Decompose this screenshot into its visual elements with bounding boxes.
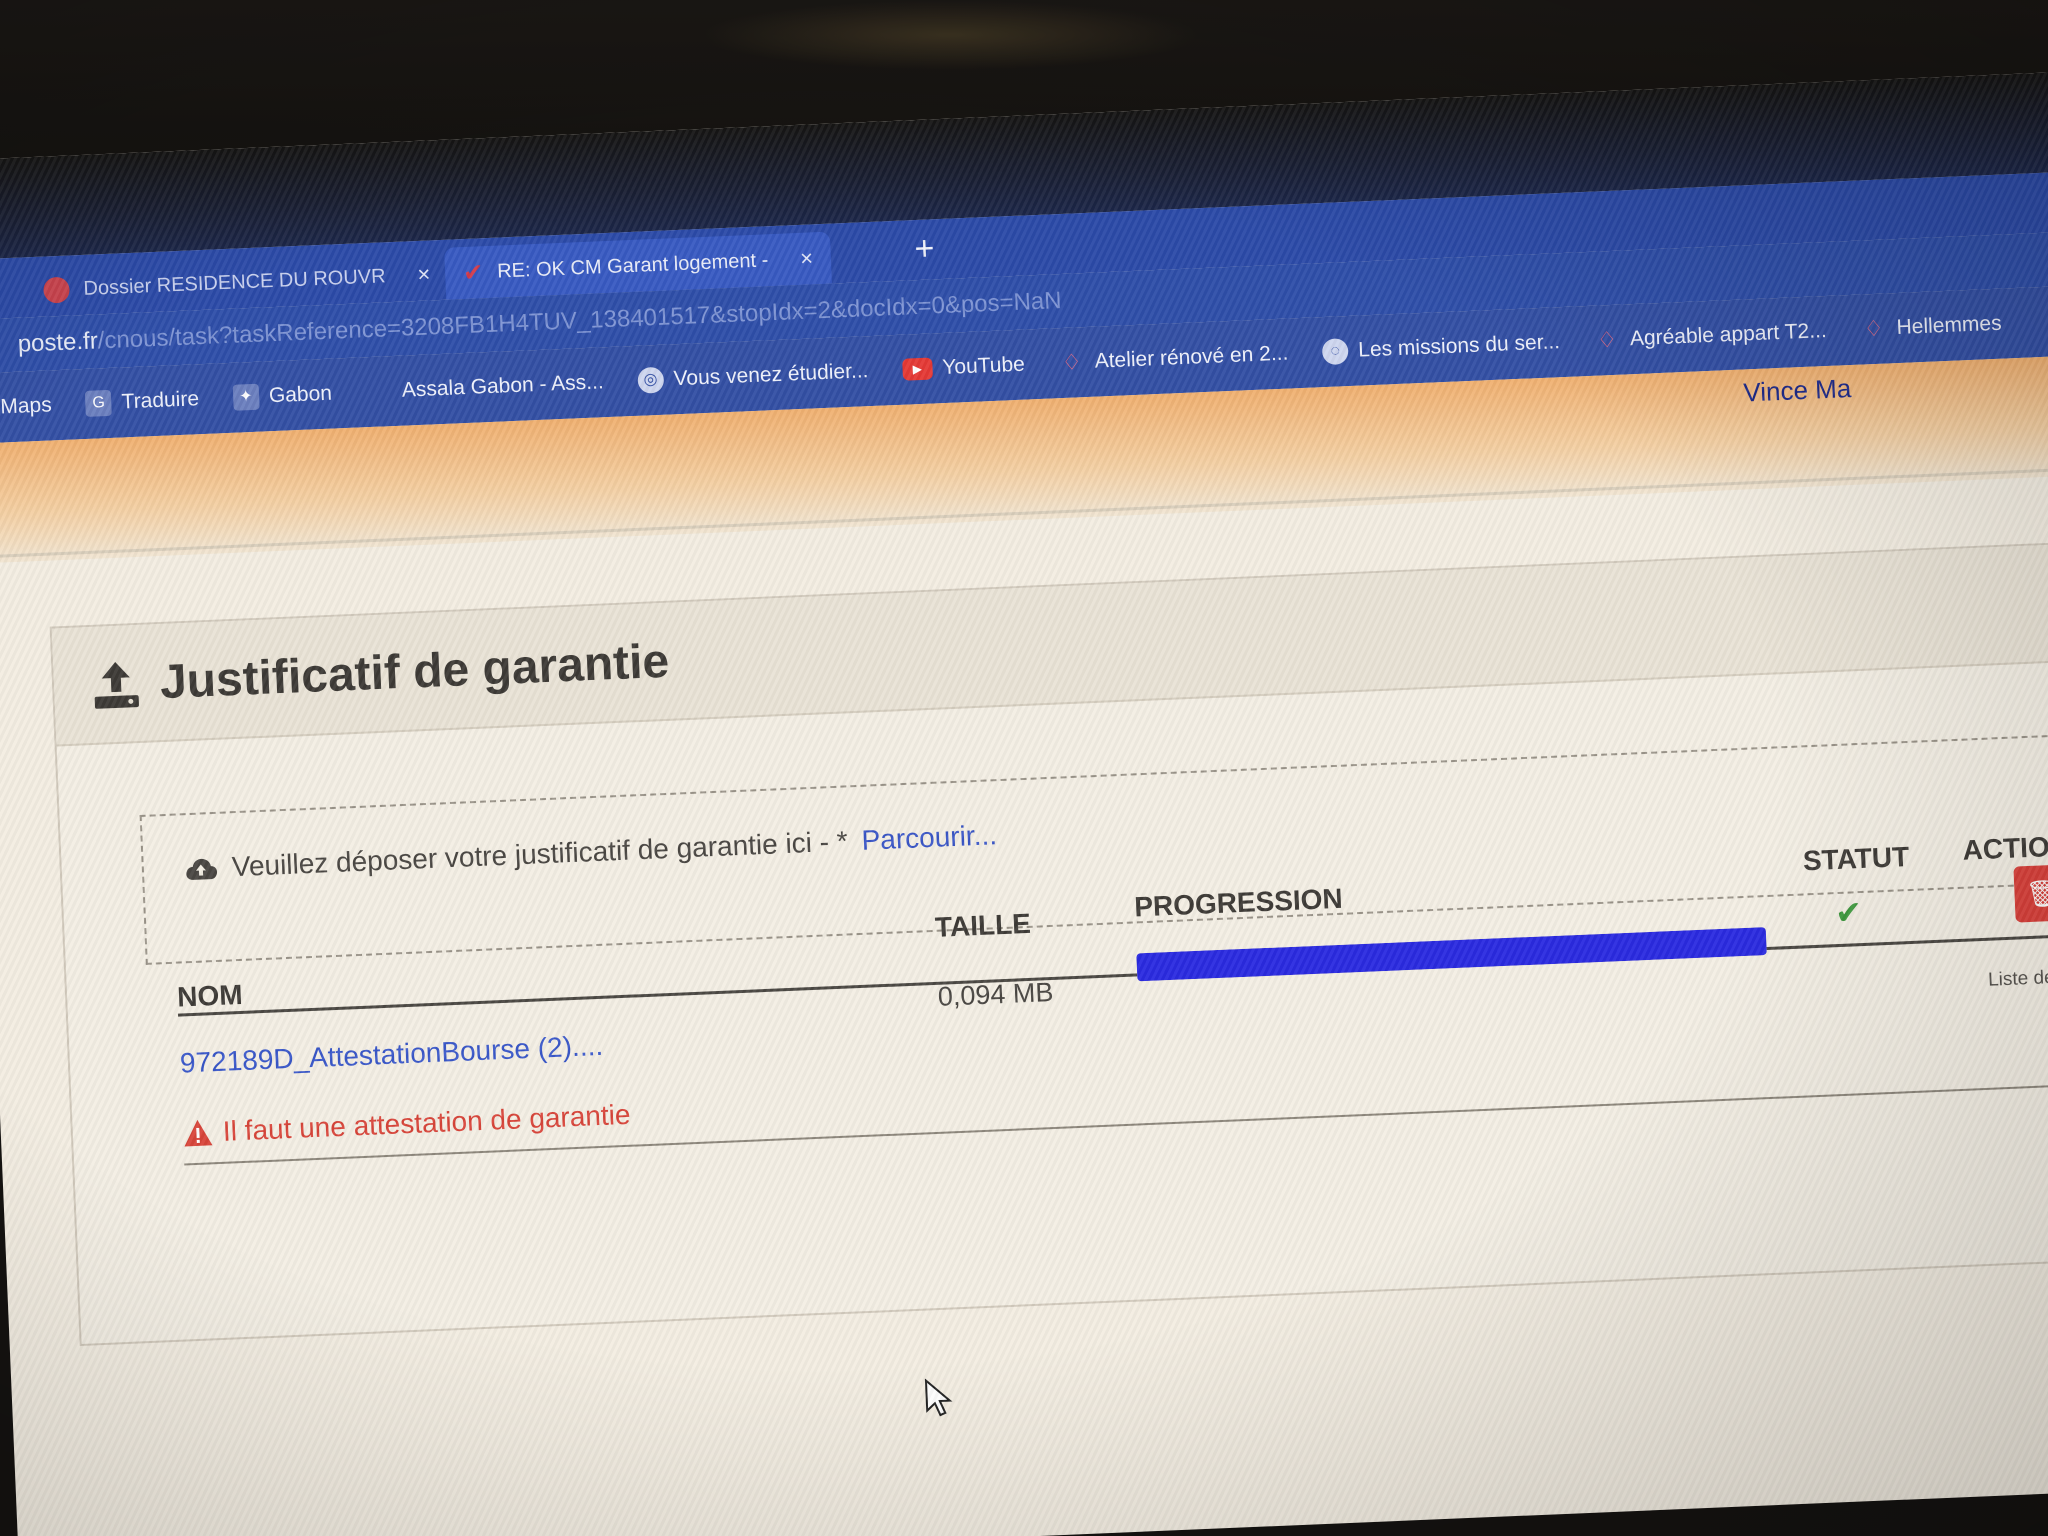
airbnb-icon: ♢ [1863,315,1884,342]
bookmark-label: Traduire [121,387,200,414]
column-header-actions: ACTIONS [1962,829,2048,866]
campus-icon: ◎ [637,366,665,394]
youtube-icon: ▶ [901,357,933,381]
warning-text: Il faut une attestation de garantie [222,1098,632,1147]
delete-button[interactable]: 🗑 [2013,864,2048,923]
bookmark-label: Maps [0,393,53,419]
browse-link[interactable]: Parcourir... [861,819,998,857]
assala-icon [365,378,392,405]
bookmark-label: Gabon [268,381,333,408]
browser-screen: Dossier RESIDENCE DU ROUVR × ✔ RE: OK CM… [0,69,2048,1536]
upload-icon [94,661,139,709]
globe-icon: ◌ [1321,338,1349,366]
cloud-upload-icon [186,858,218,880]
cnous-favicon-icon [42,276,71,304]
tab-title: Dossier RESIDENCE DU ROUVR [83,264,386,300]
column-header-size: TAILLE [934,907,1032,943]
trash-icon: 🗑 [2025,877,2048,909]
bookmark-label: Les missions du ser... [1357,330,1561,362]
bookmark-label: Vous venez étudier... [673,359,869,391]
document-list-link[interactable]: Liste des docume [1988,964,2048,992]
mail-favicon-icon: ✔ [462,258,484,287]
column-header-name: NOM [176,978,244,1013]
bookmark-label: YouTube [941,352,1026,380]
close-icon[interactable]: × [800,245,814,272]
bookmark-gabon[interactable]: ✦ Gabon [232,381,332,411]
validation-warning: Il faut une attestation de garantie [182,1099,631,1150]
bookmark-traduire[interactable]: G Traduire [85,386,199,417]
status-check-icon: ✔ [1834,894,1863,932]
bookmark-label: Atelier rénové en 2... [1094,341,1289,373]
user-menu[interactable]: Vince Ma [1743,373,1852,408]
bookmark-youtube[interactable]: ▶ YouTube [901,352,1026,382]
guarantee-card: Justificatif de garantie Veuillez dépose… [49,534,2048,1347]
bookmark-label: Hellemmes [1896,311,2003,340]
airbnb-icon: ♢ [1596,326,1618,353]
file-size: 0,094 MB [937,976,1055,1012]
bookmark-atelier-renove[interactable]: ♢ Atelier rénové en 2... [1058,341,1289,377]
close-icon[interactable]: × [417,261,431,288]
validate-button[interactable]: Valider [1138,1525,1281,1536]
card-header: Justificatif de garantie [51,536,2048,747]
bookmark-label: Agréable appart T2... [1629,318,1828,351]
mouse-cursor-icon [924,1378,953,1417]
warning-icon [184,1119,213,1147]
tab-title: RE: OK CM Garant logement - [496,248,769,283]
card-title: Justificatif de garantie [158,634,671,709]
airbnb-icon: ♢ [1061,349,1083,376]
dropzone-message: Veuillez déposer votre justificatif de g… [183,819,998,885]
gabon-icon: ✦ [232,383,260,411]
upload-progress-fill [1136,927,1767,982]
translate-icon: G [85,389,113,417]
url-host: poste.fr [17,327,99,358]
new-tab-button[interactable]: + [914,229,935,269]
bookmark-vous-venez-etudier[interactable]: ◎ Vous venez étudier... [637,358,869,394]
bookmark-maps[interactable]: Maps [0,393,52,419]
dropzone-text: Veuillez déposer votre justificatif de g… [231,825,849,883]
background-glow [700,0,1200,70]
column-header-status: STATUT [1802,841,1910,877]
file-name-link[interactable]: 972189D_AttestationBourse (2).... [179,1030,603,1080]
bookmark-assala[interactable]: Assala Gabon - Ass... [365,369,604,405]
bookmark-hellemmes[interactable]: ♢ Hellemmes [1860,311,2002,343]
bookmark-missions[interactable]: ◌ Les missions du ser... [1321,329,1561,366]
bookmark-agreable-appart[interactable]: ♢ Agréable appart T2... [1593,318,1828,354]
bookmark-label: Assala Gabon - Ass... [401,370,605,402]
upload-progress-bar [1136,927,1767,982]
